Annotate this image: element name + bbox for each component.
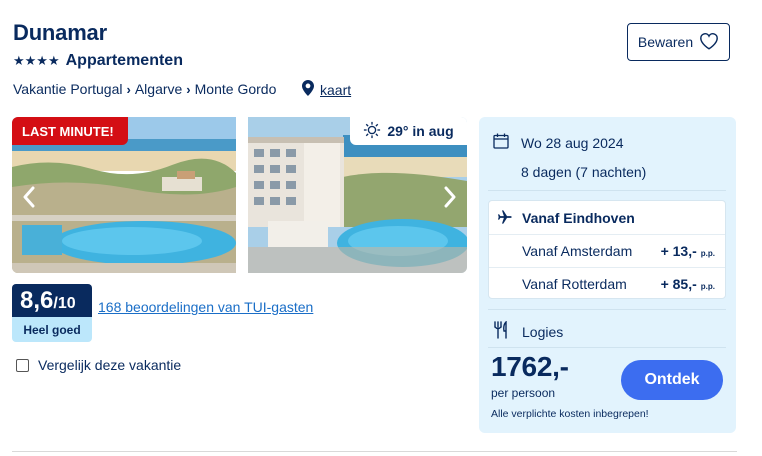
departure-airport-list: Vanaf Eindhoven Vanaf Amsterdam + 13,- p… bbox=[488, 200, 726, 299]
airport-name: Vanaf Rotterdam bbox=[522, 275, 627, 292]
airport-surcharge: + 85,- p.p. bbox=[661, 276, 715, 292]
chevron-right-icon: › bbox=[186, 81, 191, 97]
date-row[interactable]: Wo 28 aug 2024 bbox=[493, 133, 624, 152]
compare-label: Vergelijk deze vakantie bbox=[38, 357, 182, 373]
fine-print: Alle verplichte kosten inbegrepen! bbox=[491, 408, 649, 420]
airport-option[interactable]: Vanaf Amsterdam + 13,- p.p. bbox=[489, 234, 725, 267]
plane-icon bbox=[497, 209, 513, 228]
breadcrumb-country[interactable]: Vakantie Portugal bbox=[13, 81, 122, 97]
breadcrumb-city[interactable]: Monte Gordo bbox=[195, 81, 277, 97]
board-type: Logies bbox=[522, 323, 564, 340]
score-value: 8,6 bbox=[20, 287, 54, 314]
chevron-right-icon bbox=[444, 186, 456, 208]
trip-duration: 8 dagen (7 nachten) bbox=[521, 164, 647, 180]
breadcrumb-region[interactable]: Algarve bbox=[135, 81, 182, 97]
next-photo-button[interactable] bbox=[438, 183, 462, 211]
map-link-label[interactable]: kaart bbox=[320, 82, 351, 98]
accommodation-type: Appartementen bbox=[65, 52, 183, 69]
previous-photo-button[interactable] bbox=[17, 183, 41, 211]
reviews-link[interactable]: 168 beoordelingen van TUI-gasten bbox=[98, 299, 313, 315]
score-label: Heel goed bbox=[12, 317, 92, 342]
divider bbox=[488, 309, 726, 310]
surcharge-unit: p.p. bbox=[700, 248, 715, 258]
surcharge-unit: p.p. bbox=[700, 281, 715, 291]
save-button-label: Bewaren bbox=[637, 34, 694, 50]
total-price: 1762,- bbox=[491, 351, 569, 382]
hotel-category: ★★★★ Appartementen bbox=[13, 52, 183, 70]
map-pin-icon bbox=[302, 80, 314, 99]
map-link[interactable]: kaart bbox=[302, 80, 351, 99]
price-unit: per persoon bbox=[491, 386, 556, 400]
star-rating: ★★★★ bbox=[13, 53, 60, 68]
cutlery-icon bbox=[493, 320, 509, 342]
surcharge-amount: + 85,- bbox=[660, 275, 697, 292]
selected-airport-label: Vanaf Eindhoven bbox=[522, 209, 635, 226]
weather-text: 29° in aug bbox=[387, 123, 454, 139]
heart-icon bbox=[699, 32, 719, 53]
chevron-left-icon bbox=[23, 186, 35, 208]
divider bbox=[488, 190, 726, 191]
weather-badge: 29° in aug bbox=[350, 117, 467, 145]
hotel-name: Dunamar bbox=[13, 20, 107, 45]
departure-date: Wo 28 aug 2024 bbox=[521, 134, 624, 151]
airport-name: Vanaf Amsterdam bbox=[522, 242, 633, 259]
surcharge-amount: + 13,- bbox=[660, 242, 697, 259]
board-type-row: Logies bbox=[493, 320, 564, 342]
airport-option[interactable]: Vanaf Rotterdam + 85,- p.p. bbox=[489, 267, 725, 300]
save-button[interactable]: Bewaren bbox=[627, 23, 730, 61]
airport-surcharge: + 13,- p.p. bbox=[661, 243, 715, 259]
discover-button[interactable]: Ontdek bbox=[621, 360, 723, 400]
chevron-right-icon: › bbox=[126, 81, 131, 97]
last-minute-badge: LAST MINUTE! bbox=[12, 117, 128, 145]
airport-option-selected[interactable]: Vanaf Eindhoven bbox=[489, 201, 725, 234]
compare-checkbox[interactable] bbox=[16, 358, 29, 372]
breadcrumb: Vakantie Portugal › Algarve › Monte Gord… bbox=[13, 81, 276, 97]
score-value-box: 8,6 /10 bbox=[12, 284, 92, 317]
calendar-icon bbox=[493, 133, 509, 152]
sun-icon bbox=[363, 121, 381, 142]
compare-checkbox-row[interactable]: Vergelijk deze vakantie bbox=[16, 357, 181, 373]
divider bbox=[488, 347, 726, 348]
rating-score: 8,6 /10 Heel goed bbox=[12, 284, 92, 342]
score-max: /10 bbox=[53, 295, 76, 312]
booking-panel: Wo 28 aug 2024 8 dagen (7 nachten) Vanaf… bbox=[479, 117, 736, 433]
bottom-divider bbox=[12, 451, 737, 452]
